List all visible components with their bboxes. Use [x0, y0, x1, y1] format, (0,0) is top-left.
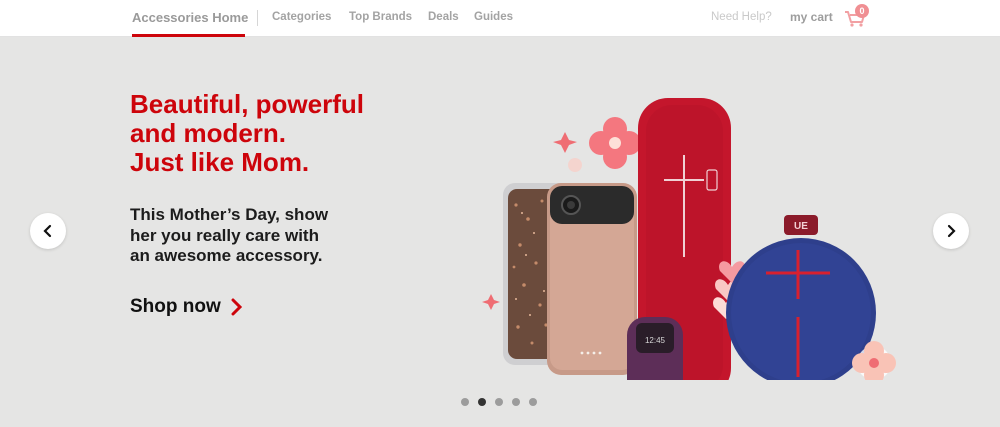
nav-top-brands[interactable]: Top Brands	[349, 11, 412, 23]
nav-categories[interactable]: Categories	[272, 11, 331, 23]
nav-divider	[257, 10, 258, 26]
hero-banner: Beautiful, powerful and modern. Just lik…	[0, 37, 1000, 427]
nav-deals[interactable]: Deals	[428, 11, 459, 23]
fitness-tracker: 12:45	[627, 317, 683, 380]
subcopy-line: This Mother’s Day, show	[130, 205, 329, 224]
nav-guides[interactable]: Guides	[474, 11, 513, 23]
subcopy-line: an awesome accessory.	[130, 246, 323, 265]
chevron-left-icon	[43, 224, 52, 238]
my-cart-link[interactable]: my cart	[790, 10, 833, 24]
cart-count-badge: 0	[855, 4, 869, 18]
chevron-right-icon	[231, 298, 242, 316]
headline-line: Just like Mom.	[130, 147, 310, 177]
carousel-prev-button[interactable]	[30, 213, 66, 249]
carousel-dot-active[interactable]	[478, 398, 486, 406]
chevron-right-icon	[947, 224, 956, 238]
nav-accessories-home[interactable]: Accessories Home	[132, 10, 248, 25]
shop-now-label: Shop now	[130, 296, 221, 317]
dot-decoration	[568, 158, 582, 172]
carousel-dot[interactable]	[495, 398, 503, 406]
carousel-dot[interactable]	[529, 398, 537, 406]
speaker-logo: UE	[794, 221, 808, 232]
subcopy-line: her you really care with	[130, 225, 319, 245]
carousel-dot[interactable]	[461, 398, 469, 406]
flower-decoration	[589, 117, 641, 169]
blue-round-speaker: UE	[726, 215, 876, 380]
headline-line: Beautiful, powerful	[130, 89, 364, 119]
shop-now-link[interactable]: Shop now	[130, 296, 243, 318]
need-help-link[interactable]: Need Help?	[711, 11, 772, 23]
hero-headline: Beautiful, powerful and modern. Just lik…	[130, 90, 430, 177]
tracker-time: 12:45	[645, 336, 666, 345]
carousel-dot[interactable]	[512, 398, 520, 406]
battery-phone-case	[547, 183, 637, 375]
top-nav: Accessories Home Categories Top Brands D…	[0, 0, 1000, 37]
product-illustration: 12:45 UE	[482, 98, 896, 380]
carousel-next-button[interactable]	[933, 213, 969, 249]
headline-line: and modern.	[130, 118, 287, 148]
hero-subcopy: This Mother’s Day, show her you really c…	[130, 205, 390, 267]
carousel-pagination	[461, 398, 537, 406]
